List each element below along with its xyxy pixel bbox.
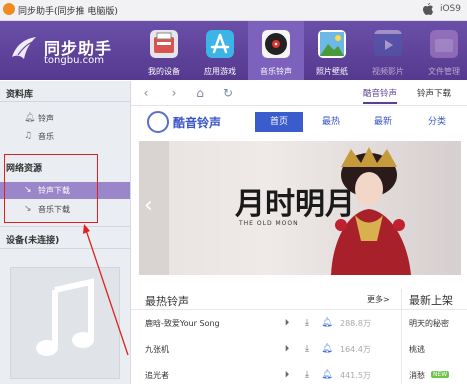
nav-photos-wallpapers[interactable]: 照片壁纸 xyxy=(304,21,360,80)
download-count: 288.8万 xyxy=(340,319,371,328)
main-content: ‹ › ⌂ ↻ 酷音铃声 铃声下载 酷音铃声 首页 最热 最新 分类 ‹ 月时明… xyxy=(131,81,467,384)
music-note-icon: ♫ xyxy=(24,131,33,141)
home-icon[interactable]: ⌂ xyxy=(193,86,207,100)
banner-subtitle: THE OLD MOON xyxy=(239,220,299,227)
music-placeholder xyxy=(10,267,120,379)
tab-categories[interactable]: 分类 xyxy=(413,112,461,132)
tab-kugou-ringtones[interactable]: 酷音铃声 xyxy=(363,87,398,104)
nav-my-device[interactable]: 我的设备 xyxy=(136,21,192,80)
music-note-icon xyxy=(36,278,94,356)
divider xyxy=(401,289,402,384)
divider xyxy=(131,309,467,310)
tab-ringtone-download[interactable]: 铃声下载 xyxy=(417,87,451,99)
library-section-title: 资料库 xyxy=(6,90,34,100)
kugou-logo-icon xyxy=(147,111,169,133)
nav-apps-games[interactable]: 应用游戏 xyxy=(192,21,248,80)
refresh-icon[interactable]: ↻ xyxy=(221,86,235,100)
brand-domain: tongbu.com xyxy=(44,55,104,66)
download-icon[interactable]: ⤓ xyxy=(301,369,313,381)
new-arrivals-title: 最新上架 xyxy=(409,294,453,307)
divider xyxy=(0,226,130,227)
nav-music-ringtones[interactable]: 音乐铃声 xyxy=(248,21,304,80)
tab-hottest[interactable]: 最热 xyxy=(307,112,355,132)
divider xyxy=(0,248,130,249)
window-title: 同步助手(同步推 电脑版) xyxy=(18,7,118,17)
photo-icon xyxy=(318,30,346,58)
promo-banner[interactable]: ‹ 月时明月 THE OLD MOON xyxy=(139,141,461,275)
song-name: 九张机 xyxy=(145,345,169,354)
play-icon[interactable]: ⏵ xyxy=(281,369,293,381)
nav-label: 文件管理 xyxy=(428,67,460,76)
nav-label: 视频影片 xyxy=(372,67,404,76)
sidebar-item-music[interactable]: ♫ 音乐 xyxy=(0,128,130,145)
bell-icon: 🔔︎ xyxy=(24,113,36,123)
song-name: 鹿晗-致爱Your Song xyxy=(145,319,220,328)
play-icon[interactable]: ⏵ xyxy=(281,343,293,355)
nav-file-manager[interactable]: 文件管理 xyxy=(416,21,467,80)
banner-figure-image xyxy=(331,147,411,275)
divider xyxy=(0,101,130,102)
set-ringtone-bell-icon[interactable]: 🔔︎ xyxy=(321,343,333,355)
new-badge: NEW xyxy=(431,371,450,378)
set-ringtone-bell-icon[interactable]: 🔔︎ xyxy=(321,317,333,329)
video-icon xyxy=(374,30,402,56)
play-icon[interactable]: ⏵ xyxy=(281,317,293,329)
nav-videos[interactable]: 视频影片 xyxy=(360,21,416,80)
music-disc-icon xyxy=(262,30,290,58)
annotation-highlight-box xyxy=(4,154,98,223)
kugou-header: 酷音铃声 首页 最热 最新 分类 xyxy=(131,106,467,138)
tab-home[interactable]: 首页 xyxy=(255,112,303,132)
chevron-left-icon[interactable]: ‹ xyxy=(144,193,153,218)
brand: 同步助手 tongbu.com xyxy=(10,33,120,73)
nav-label: 应用游戏 xyxy=(204,67,236,76)
song-row[interactable]: 鹿晗-致爱Your Song ⏵ ⤓ 🔔︎ 288.8万 xyxy=(131,313,401,335)
apple-icon xyxy=(423,3,433,15)
title-bar: 同步助手(同步推 电脑版) iOS9 xyxy=(0,0,467,21)
top-header: 同步助手 tongbu.com 我的设备 应用游戏 音乐铃声 照片壁纸 视频影片… xyxy=(0,21,467,80)
app-logo-icon xyxy=(3,3,15,15)
back-icon[interactable]: ‹ xyxy=(139,86,153,100)
new-song-link[interactable]: 消愁 xyxy=(409,370,425,381)
sidebar-item-ringtones[interactable]: 🔔︎ 铃声 xyxy=(0,110,130,127)
nav-label: 照片壁纸 xyxy=(316,67,348,76)
new-song-link[interactable]: 明天的秘密 xyxy=(409,318,449,329)
new-song-link[interactable]: 桃逃 xyxy=(409,344,425,355)
sidebar-item-label: 铃声 xyxy=(38,114,54,123)
nav-label: 音乐铃声 xyxy=(260,67,292,76)
browser-toolbar: ‹ › ⌂ ↻ 酷音铃声 铃声下载 xyxy=(131,81,467,106)
folder-icon xyxy=(430,30,458,58)
download-icon[interactable]: ⤓ xyxy=(301,317,313,329)
device-section-title: 设备(未连接) xyxy=(6,236,60,246)
tab-newest[interactable]: 最新 xyxy=(359,112,407,132)
song-name: 追光者 xyxy=(145,371,169,380)
brand-bird-icon xyxy=(12,37,36,59)
device-icon xyxy=(150,30,178,58)
forward-icon[interactable]: › xyxy=(167,86,181,100)
sidebar-item-label: 音乐 xyxy=(38,132,54,141)
download-count: 164.4万 xyxy=(340,345,371,354)
app-store-icon xyxy=(206,30,234,58)
nav-label: 我的设备 xyxy=(148,67,180,76)
hot-more-link[interactable]: 更多> xyxy=(367,294,390,305)
download-icon[interactable]: ⤓ xyxy=(301,343,313,355)
download-count: 441.5万 xyxy=(340,371,371,380)
sidebar: 资料库 🔔︎ 铃声 ♫ 音乐 网络资源 ↘ 铃声下载 ↘ 音乐下载 设备(未连接… xyxy=(0,81,131,384)
set-ringtone-bell-icon[interactable]: 🔔︎ xyxy=(321,369,333,381)
hot-ringtones-title: 最热铃声 xyxy=(145,295,189,308)
song-row[interactable]: 九张机 ⏵ ⤓ 🔔︎ 164.4万 xyxy=(131,339,401,361)
device-ios-version: iOS9 xyxy=(439,4,461,14)
kugou-brand-name: 酷音铃声 xyxy=(173,116,222,130)
